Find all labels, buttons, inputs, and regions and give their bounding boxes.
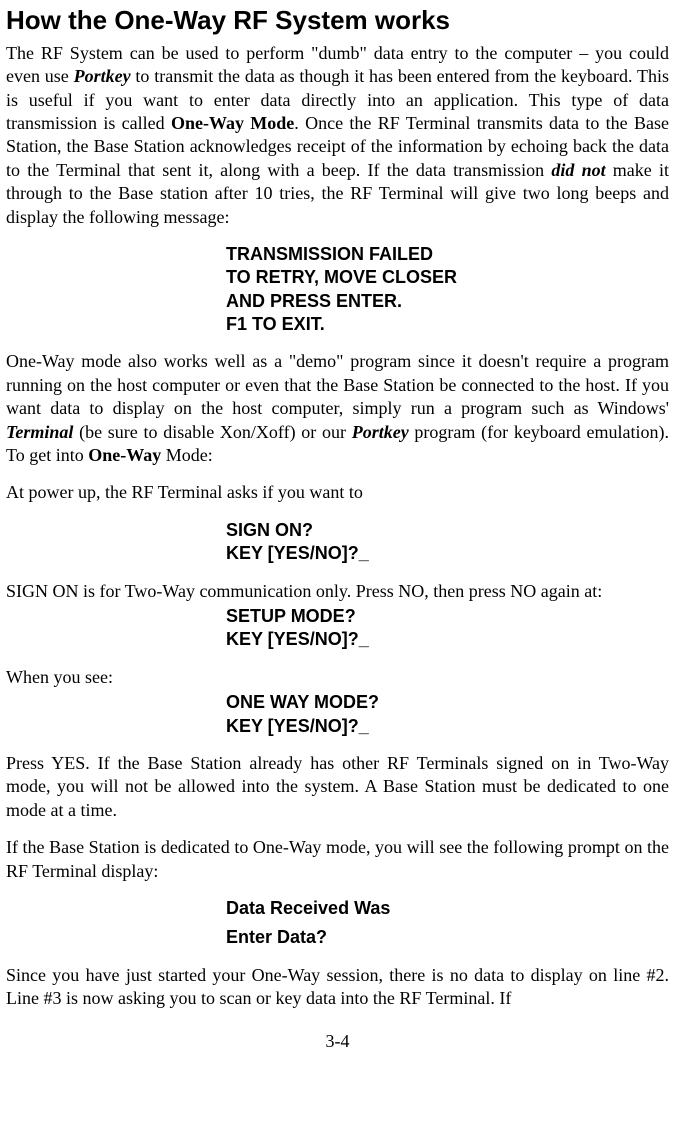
- text: One-Way mode also works well as a "demo"…: [6, 351, 669, 418]
- prompt-line: SIGN ON?: [226, 519, 669, 542]
- page-title: How the One-Way RF System works: [6, 4, 669, 38]
- prompt-line: KEY [YES/NO]?_: [226, 715, 669, 738]
- prompt-line: KEY [YES/NO]?_: [226, 628, 669, 651]
- portkey-term: Portkey: [352, 422, 409, 442]
- prompt-line: Data Received Was: [226, 897, 669, 920]
- transmission-failed-prompt: TRANSMISSION FAILED TO RETRY, MOVE CLOSE…: [6, 243, 669, 337]
- prompt-line: KEY [YES/NO]?_: [226, 542, 669, 565]
- data-received-prompt: Data Received Was: [6, 897, 669, 920]
- prompt-line: SETUP MODE?: [226, 605, 669, 628]
- prompt-line: F1 TO EXIT.: [226, 313, 669, 336]
- paragraph-1: The RF System can be used to perform "du…: [6, 42, 669, 229]
- oneway-term: One-Way: [88, 445, 161, 465]
- paragraph-2: One-Way mode also works well as a "demo"…: [6, 350, 669, 467]
- text: Mode:: [161, 445, 213, 465]
- paragraph-3: At power up, the RF Terminal asks if you…: [6, 481, 669, 504]
- paragraph-4: SIGN ON is for Two-Way communication onl…: [6, 580, 669, 603]
- sign-on-prompt: SIGN ON? KEY [YES/NO]?_: [6, 519, 669, 566]
- setup-mode-prompt: SETUP MODE? KEY [YES/NO]?_: [6, 605, 669, 652]
- prompt-line: ONE WAY MODE?: [226, 691, 669, 714]
- prompt-line: Enter Data?: [226, 926, 669, 949]
- page-number: 3-4: [6, 1030, 669, 1053]
- did-not-term: did not: [551, 160, 605, 180]
- prompt-line: AND PRESS ENTER.: [226, 290, 669, 313]
- prompt-line: TRANSMISSION FAILED: [226, 243, 669, 266]
- text: (be sure to disable Xon/Xoff) or our: [73, 422, 351, 442]
- portkey-term: Portkey: [74, 66, 131, 86]
- oneway-mode-term: One-Way Mode: [171, 113, 294, 133]
- paragraph-5: When you see:: [6, 666, 669, 689]
- paragraph-8: Since you have just started your One-Way…: [6, 964, 669, 1011]
- terminal-term: Terminal: [6, 422, 73, 442]
- enter-data-prompt: Enter Data?: [6, 926, 669, 949]
- prompt-line: TO RETRY, MOVE CLOSER: [226, 266, 669, 289]
- paragraph-6: Press YES. If the Base Station already h…: [6, 752, 669, 822]
- paragraph-7: If the Base Station is dedicated to One-…: [6, 836, 669, 883]
- one-way-mode-prompt: ONE WAY MODE? KEY [YES/NO]?_: [6, 691, 669, 738]
